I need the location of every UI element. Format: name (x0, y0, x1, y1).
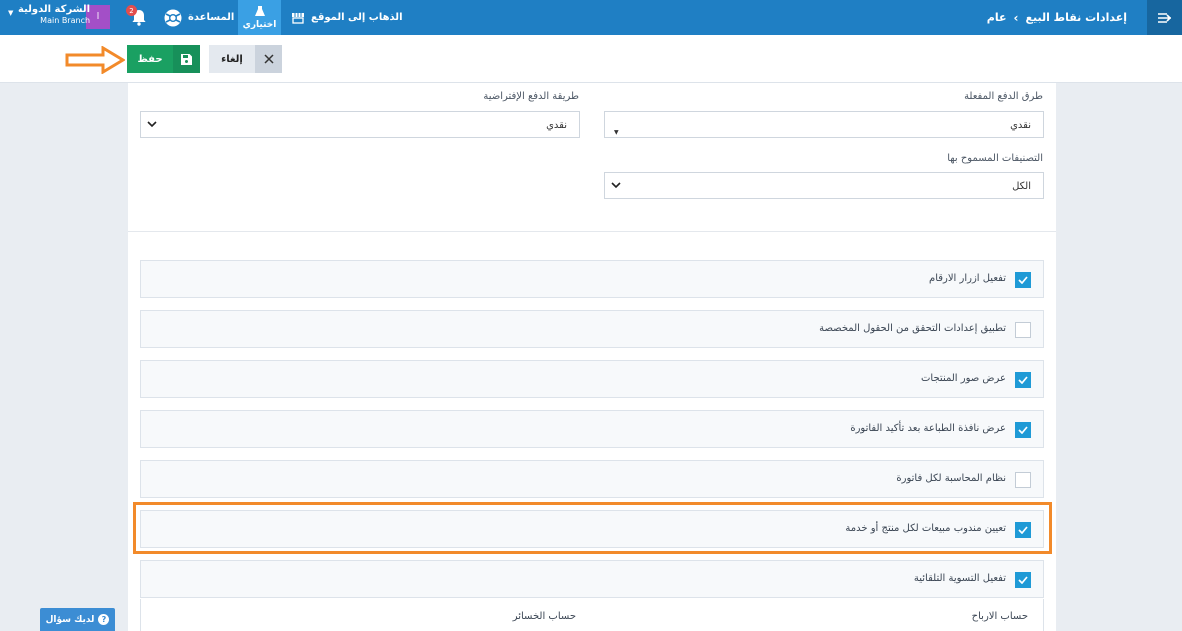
profit-account-label: حساب الارباح (971, 611, 1028, 622)
option-label: تفعيل ازرار الارقام (929, 273, 1006, 284)
cancel-label: إلغاء (209, 45, 255, 73)
option-auto-settlement[interactable]: تفعيل التسوية التلقائية (140, 560, 1044, 598)
breadcrumb-main[interactable]: إعدادات نقاط البيع (1025, 11, 1127, 24)
chevron-down-icon (611, 182, 621, 189)
top-navbar: إعدادات نقاط البيع › عام الذهاب إلى المو… (0, 0, 1182, 35)
breadcrumb-sub[interactable]: عام (987, 11, 1007, 24)
lifebuoy-icon (164, 9, 182, 26)
branch-name: Main Branch (40, 16, 91, 25)
option-label: تفعيل التسوية التلقائية (913, 573, 1006, 584)
checkbox[interactable] (1015, 572, 1031, 588)
menu-toggle-button[interactable] (1147, 0, 1182, 35)
enabled-payment-methods-label: طرق الدفع المفعلة (964, 91, 1043, 102)
option-label: عرض نافذة الطباعة بعد تأكيد الفاتورة (850, 423, 1006, 434)
save-label: حفظ (137, 53, 163, 65)
default-payment-method-label: طريقة الدفع الإفتراضية (483, 91, 579, 102)
enabled-payment-methods-value: نقدي (1010, 120, 1031, 131)
ask-question-button[interactable]: لديك سؤال ? (40, 608, 115, 631)
trial-tab[interactable]: اختياري (238, 0, 281, 35)
help-link[interactable]: المساعدة (163, 0, 234, 35)
caret-down-icon[interactable]: ▼ (8, 9, 13, 17)
goto-site-link[interactable]: الذهاب إلى الموقع (291, 0, 403, 35)
highlight-box (133, 502, 1052, 554)
question-icon: ? (98, 614, 110, 625)
default-payment-method-value: نقدي (546, 120, 567, 131)
option-custom-fields-validation[interactable]: تطبيق إعدادات التحقق من الحقول المخصصة (140, 310, 1044, 348)
option-number-buttons[interactable]: تفعيل ازرار الارقام (140, 260, 1044, 298)
store-icon (292, 12, 304, 24)
default-payment-method-select[interactable]: نقدي (140, 111, 580, 138)
pointer-arrow-icon (65, 46, 125, 74)
checkbox[interactable] (1015, 372, 1031, 388)
notifications-badge: 2 (126, 5, 137, 16)
action-bar: حفظ إلغاء (0, 35, 1182, 83)
section-divider (128, 231, 1056, 232)
floppy-disk-icon (173, 45, 200, 73)
checkbox[interactable] (1015, 472, 1031, 488)
allowed-categories-label: التصنيفات المسموح بها (947, 153, 1043, 164)
option-accounting-per-invoice[interactable]: نظام المحاسبة لكل فاتورة (140, 460, 1044, 498)
breadcrumb: إعدادات نقاط البيع › عام (987, 0, 1127, 35)
option-product-images[interactable]: عرض صور المنتجات (140, 360, 1044, 398)
caret-down-icon: ▼ (614, 129, 619, 136)
option-label: عرض صور المنتجات (921, 373, 1006, 384)
loss-account-label: حساب الخسائر (512, 611, 576, 622)
company-switcher[interactable]: الشركة الدولية Main Branch (18, 4, 90, 25)
company-name: الشركة الدولية (18, 4, 91, 15)
cancel-button[interactable]: إلغاء (209, 45, 282, 73)
goto-site-label: الذهاب إلى الموقع (311, 12, 403, 23)
option-print-after-invoice[interactable]: عرض نافذة الطباعة بعد تأكيد الفاتورة (140, 410, 1044, 448)
chevron-down-icon (147, 121, 157, 128)
checkbox[interactable] (1015, 272, 1031, 288)
checkbox[interactable] (1015, 322, 1031, 338)
close-icon (255, 45, 282, 73)
save-button[interactable]: حفظ (127, 45, 200, 73)
auto-settlement-accounts: حساب الارباح حساب الخسائر (140, 599, 1044, 631)
checkmark-icon (1018, 426, 1028, 434)
allowed-categories-select[interactable]: الكل (604, 172, 1044, 199)
breadcrumb-separator-icon: › (1013, 10, 1019, 25)
checkmark-icon (1018, 376, 1028, 384)
option-label: تطبيق إعدادات التحقق من الحقول المخصصة (819, 323, 1006, 334)
menu-arrow-icon (1157, 12, 1171, 23)
help-label: المساعدة (188, 12, 235, 23)
ask-question-label: لديك سؤال (45, 614, 95, 625)
checkmark-icon (1018, 276, 1028, 284)
checkmark-icon (1018, 576, 1028, 584)
allowed-categories-value: الكل (1012, 181, 1031, 192)
option-label: نظام المحاسبة لكل فاتورة (896, 473, 1006, 484)
enabled-payment-methods-select[interactable]: نقدي ▼ (604, 111, 1044, 138)
flask-icon (254, 5, 265, 16)
trial-label: اختياري (242, 19, 277, 30)
checkbox[interactable] (1015, 422, 1031, 438)
